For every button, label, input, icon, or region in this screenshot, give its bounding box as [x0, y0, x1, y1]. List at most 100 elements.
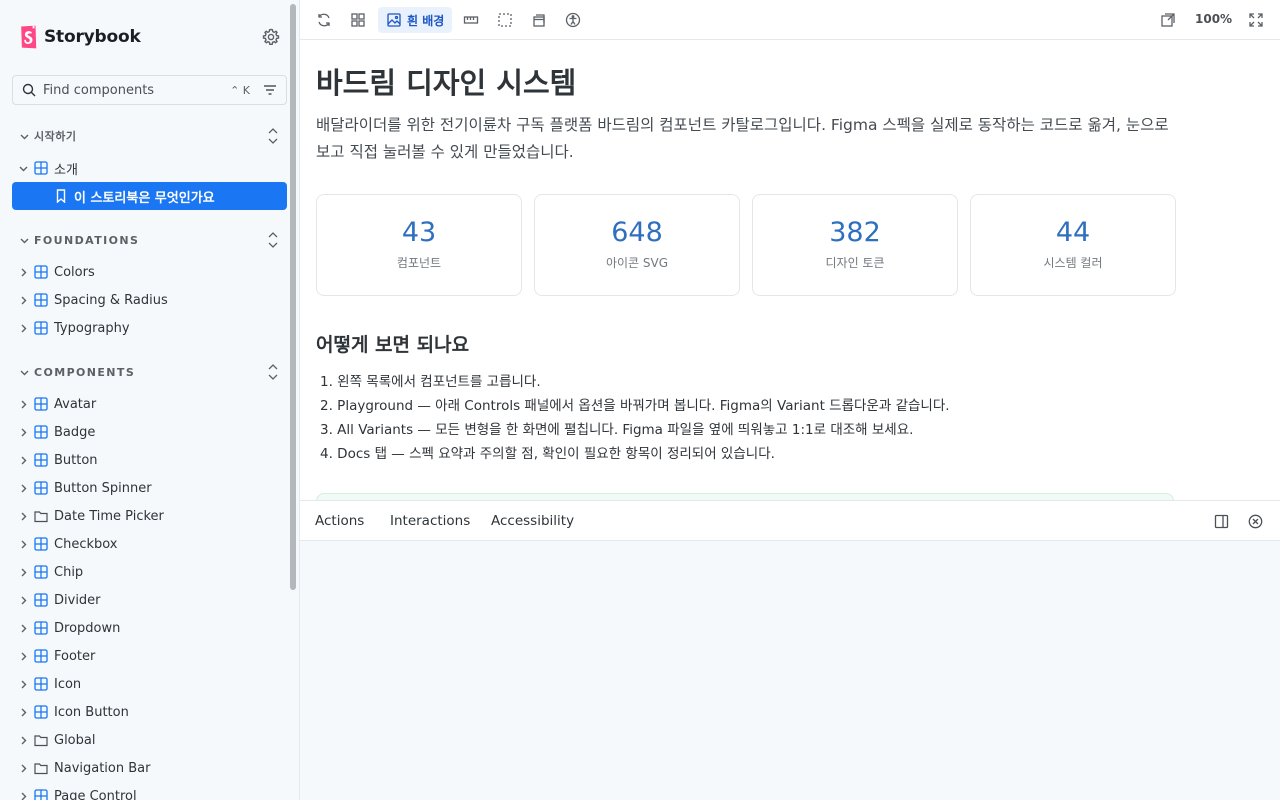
sidebar-item-label: Page Control [54, 788, 137, 800]
bookmark-icon [56, 189, 66, 203]
stat-label: 시스템 컬러 [1043, 256, 1103, 270]
component-icon [34, 789, 48, 800]
stat-card: 382 디자인 토큰 [752, 194, 958, 296]
chevron-right-icon [21, 296, 27, 304]
sidebar-item-button-spinner[interactable]: Button Spinner [0, 474, 299, 502]
component-icon [34, 453, 48, 467]
panel-orientation-icon[interactable] [1214, 514, 1229, 529]
close-icon[interactable] [1248, 514, 1263, 529]
sidebar-section-getting-started[interactable]: 시작하기 [0, 124, 299, 148]
sidebar-item-global[interactable]: Global [0, 726, 299, 754]
sidebar-item-footer[interactable]: Footer [0, 642, 299, 670]
sidebar-item-navigation-bar[interactable]: Navigation Bar [0, 754, 299, 782]
sidebar-item-label: Navigation Bar [54, 760, 151, 776]
chevron-right-icon [21, 708, 27, 716]
sidebar-item-what-is-storybook[interactable]: 이 스토리북은 무엇인가요 [12, 182, 287, 210]
filter-icon[interactable] [262, 82, 278, 98]
component-icon [34, 677, 48, 691]
sidebar-item-label: Badge [54, 424, 96, 440]
page-title: 바드림 디자인 시스템 [316, 66, 577, 100]
remount-button[interactable] [315, 7, 333, 33]
sidebar-item-label: 이 스토리북은 무엇인가요 [74, 190, 215, 206]
outline-icon [498, 13, 512, 27]
sidebar-item-label: Checkbox [54, 536, 118, 552]
component-icon [34, 293, 48, 307]
sidebar-item-chip[interactable]: Chip [0, 558, 299, 586]
sidebar-item-intro[interactable]: 소개 [0, 154, 299, 182]
sidebar-section-foundations[interactable]: FOUNDATIONS [0, 228, 299, 252]
grid-button[interactable] [349, 7, 367, 33]
sidebar-scrollbar[interactable] [290, 4, 296, 590]
component-icon [34, 481, 48, 495]
accessibility-icon [565, 12, 581, 28]
sidebar-item-spacing-radius[interactable]: Spacing & Radius [0, 286, 299, 314]
search-input[interactable]: Find components [43, 83, 230, 98]
section-label: COMPONENTS [34, 365, 136, 379]
fullscreen-button[interactable] [1247, 7, 1265, 33]
sidebar-item-typography[interactable]: Typography [0, 314, 299, 342]
grid-icon [351, 13, 365, 27]
viewport-button[interactable] [530, 7, 548, 33]
sidebar-item-label: Colors [54, 264, 95, 280]
sidebar-item-label: Divider [54, 592, 101, 608]
chevron-right-icon [21, 596, 27, 604]
sidebar-item-dropdown[interactable]: Dropdown [0, 614, 299, 642]
stat-label: 디자인 토큰 [825, 256, 885, 270]
component-icon [34, 593, 48, 607]
sidebar-section-components[interactable]: COMPONENTS [0, 360, 299, 384]
chevron-right-icon [21, 764, 27, 772]
stat-value: 382 [829, 217, 881, 248]
measure-button[interactable] [462, 7, 480, 33]
component-icon [34, 321, 48, 335]
sidebar-item-date-time-picker[interactable]: Date Time Picker [0, 502, 299, 530]
accessibility-button[interactable] [564, 7, 582, 33]
sidebar: Storybook Find components ⌃ K 시작하기 소개 이 … [0, 0, 300, 800]
sidebar-item-button[interactable]: Button [0, 446, 299, 474]
open-new-tab-button[interactable] [1159, 7, 1177, 33]
component-icon [34, 621, 48, 635]
tab-actions[interactable]: Actions [315, 513, 364, 529]
gear-icon[interactable] [262, 28, 280, 46]
brand[interactable]: Storybook [20, 25, 141, 49]
sidebar-item-colors[interactable]: Colors [0, 258, 299, 286]
folder-icon [34, 735, 48, 747]
browser-icon [533, 14, 545, 27]
sidebar-item-page-control[interactable]: Page Control [0, 782, 299, 800]
section-label: 시작하기 [34, 130, 77, 143]
expand-collapse-icon[interactable] [266, 127, 280, 145]
sidebar-item-badge[interactable]: Badge [0, 418, 299, 446]
chevron-down-icon [19, 166, 28, 171]
component-icon [34, 425, 48, 439]
sidebar-item-icon-button[interactable]: Icon Button [0, 698, 299, 726]
stat-label: 아이콘 SVG [605, 256, 669, 270]
expand-collapse-icon[interactable] [266, 231, 280, 249]
sidebar-item-label: Dropdown [54, 620, 121, 636]
sidebar-item-label: Footer [54, 648, 96, 664]
docs-canvas: 바드림 디자인 시스템 배달라이더를 위한 전기이륜차 구독 플랫폼 바드림의 … [300, 40, 1280, 500]
photo-icon [387, 13, 401, 27]
sidebar-item-icon[interactable]: Icon [0, 670, 299, 698]
chevron-down-icon [20, 238, 29, 243]
sidebar-item-label: Global [54, 732, 96, 748]
sync-icon [318, 13, 330, 27]
sidebar-item-checkbox[interactable]: Checkbox [0, 530, 299, 558]
section-label: FOUNDATIONS [34, 233, 140, 247]
component-icon [34, 397, 48, 411]
stat-value: 648 [611, 217, 663, 248]
chevron-right-icon [21, 624, 27, 632]
background-button[interactable]: 흰 배경 [378, 7, 453, 33]
outline-button[interactable] [496, 7, 514, 33]
zoom-level[interactable]: 100% [1195, 12, 1232, 26]
toolbar: 흰 배경 100% [300, 0, 1280, 40]
tab-interactions[interactable]: Interactions [390, 513, 470, 529]
tab-accessibility[interactable]: Accessibility [491, 513, 574, 529]
step-item: 4. Docs 탭 — 스펙 요약과 주의할 점, 확인이 필요한 항목이 정리… [320, 446, 775, 462]
search-icon [22, 83, 36, 97]
intro-text: 배달라이더를 위한 전기이륜차 구독 플랫폼 바드림의 컴포넌트 카탈로그입니다… [316, 116, 1169, 161]
step-item: 3. All Variants — 모든 변형을 한 화면에 펼칩니다. Fig… [320, 422, 914, 438]
folder-icon [34, 511, 48, 523]
search-field[interactable]: Find components ⌃ K [12, 75, 287, 105]
expand-collapse-icon[interactable] [266, 363, 280, 381]
sidebar-item-avatar[interactable]: Avatar [0, 390, 299, 418]
sidebar-item-divider[interactable]: Divider [0, 586, 299, 614]
